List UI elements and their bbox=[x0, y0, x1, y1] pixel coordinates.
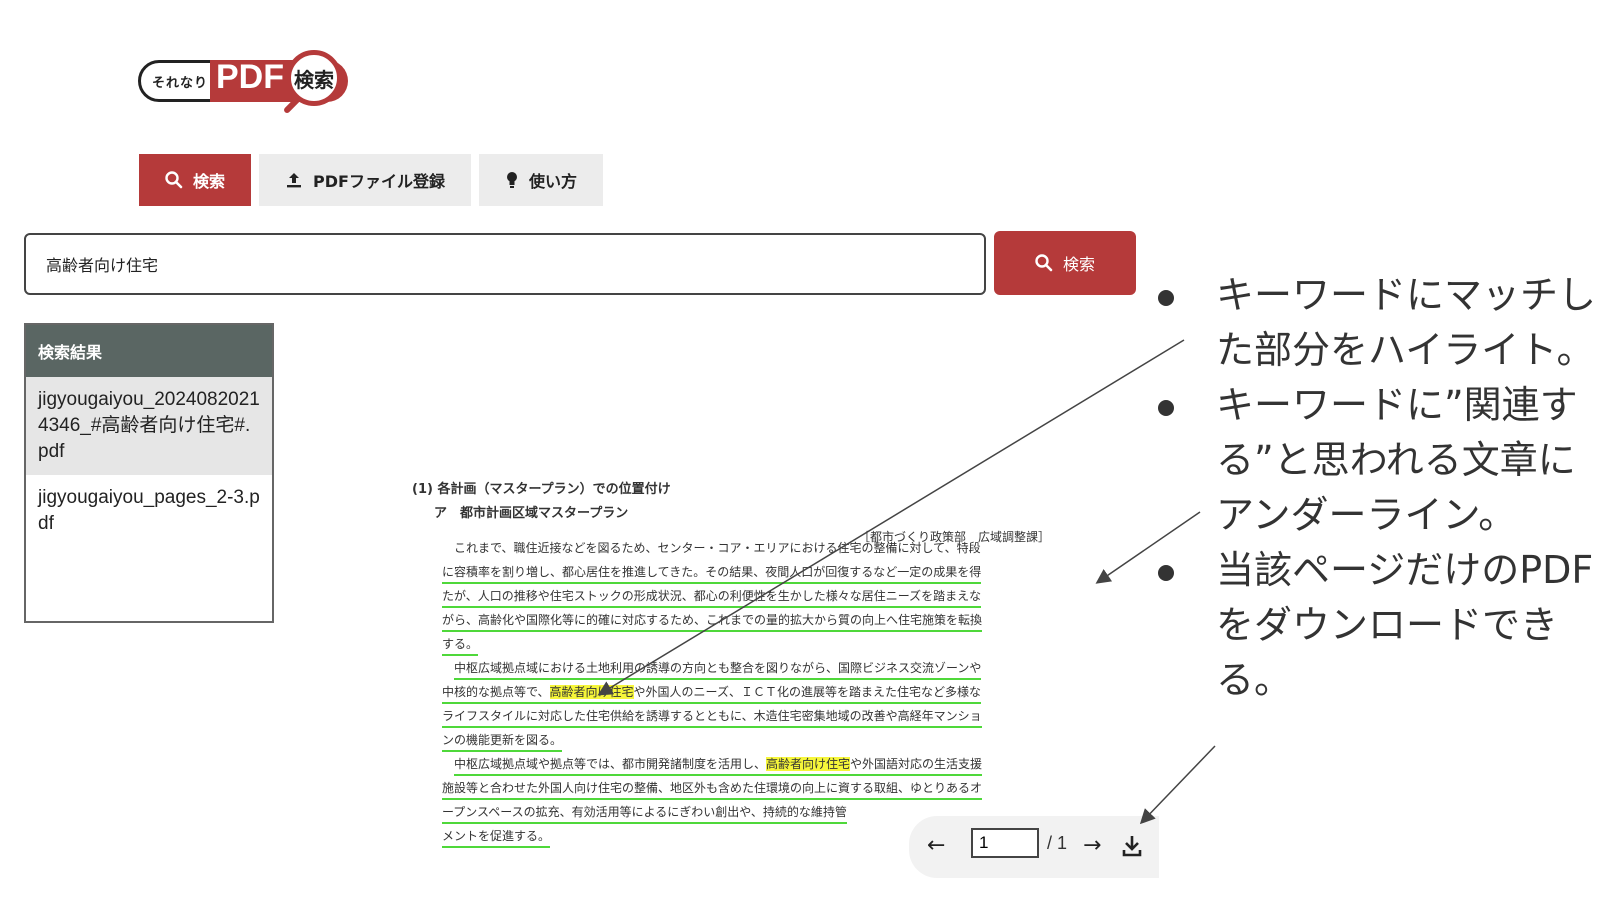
feature-note-text: キーワードにマッチした部分をハイライト。 bbox=[1216, 273, 1597, 372]
feature-note: 当該ページだけのPDFをダウンロードできる。 bbox=[1158, 543, 1598, 708]
bullet-icon bbox=[1158, 565, 1174, 581]
feature-note-text: キーワードに”関連する”と思われる文章にアンダーライン。 bbox=[1216, 383, 1578, 537]
arrow-to-download bbox=[1139, 745, 1216, 825]
feature-note-text: 当該ページだけのPDFをダウンロードできる。 bbox=[1216, 548, 1594, 702]
arrow-to-highlight bbox=[597, 339, 1185, 696]
bullet-icon bbox=[1158, 290, 1174, 306]
feature-note: キーワードにマッチした部分をハイライト。 bbox=[1158, 268, 1598, 378]
feature-notes: キーワードにマッチした部分をハイライト。 キーワードに”関連する”と思われる文章… bbox=[1158, 268, 1598, 708]
feature-note: キーワードに”関連する”と思われる文章にアンダーライン。 bbox=[1158, 378, 1598, 543]
bullet-icon bbox=[1158, 400, 1174, 416]
